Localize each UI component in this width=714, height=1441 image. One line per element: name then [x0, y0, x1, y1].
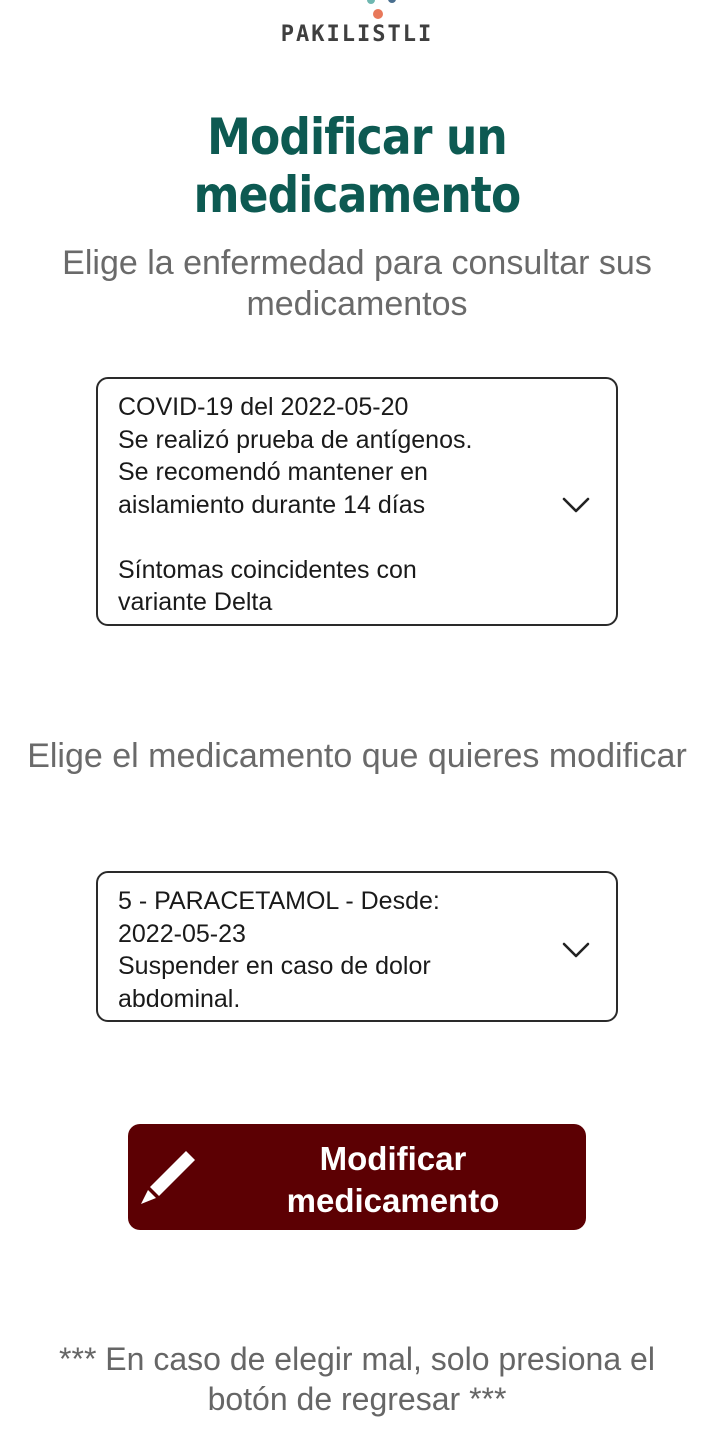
chevron-down-icon — [562, 497, 590, 513]
medication-prompt: Elige el medicamento que quieres modific… — [27, 737, 687, 775]
logo-dots-icon — [367, 0, 396, 19]
chevron-down-icon — [562, 942, 590, 958]
disease-select-value: COVID-19 del 2022-05-20 Se realizó prueb… — [118, 391, 546, 619]
pencil-icon — [141, 1151, 195, 1204]
modify-medication-button[interactable]: Modificar medicamento — [128, 1124, 586, 1230]
disease-line: Se realizó prueba de antígenos. — [118, 425, 473, 454]
disease-line: Se recomendó mantener en — [118, 458, 428, 486]
logo-text: PAKILISTLI — [280, 22, 434, 47]
modify-medication-label: Modificar medicamento — [286, 1140, 500, 1219]
disease-line: COVID-19 del 2022-05-20 — [118, 393, 409, 421]
disease-prompt: Elige la enfermedad para consultar sus m… — [62, 244, 652, 323]
disease-line: aislamiento durante 14 días — [118, 490, 426, 519]
disease-line — [118, 521, 546, 554]
medication-line: Suspender en caso de dolor — [118, 952, 431, 980]
footer-note: *** En caso de elegir mal, solo presiona… — [59, 1341, 655, 1417]
screen: PAKILISTLI Modificar un medicamento Elig… — [0, 0, 714, 1441]
medication-select-value: 5 - PARACETAMOL - Desde: 2022-05-23 Susp… — [118, 885, 546, 1015]
medication-line: 2022-05-23 — [118, 919, 246, 948]
page-title: Modificar un medicamento — [193, 108, 522, 224]
app-logo: PAKILISTLI — [0, 0, 714, 60]
medication-line: 5 - PARACETAMOL - Desde: — [118, 887, 440, 915]
medication-line: abdominal. — [118, 984, 241, 1013]
disease-line: Síntomas coincidentes con — [118, 555, 417, 584]
medication-select[interactable]: 5 - PARACETAMOL - Desde: 2022-05-23 Susp… — [96, 871, 618, 1022]
disease-line: variante Delta — [118, 588, 273, 616]
disease-select[interactable]: COVID-19 del 2022-05-20 Se realizó prueb… — [96, 377, 618, 626]
